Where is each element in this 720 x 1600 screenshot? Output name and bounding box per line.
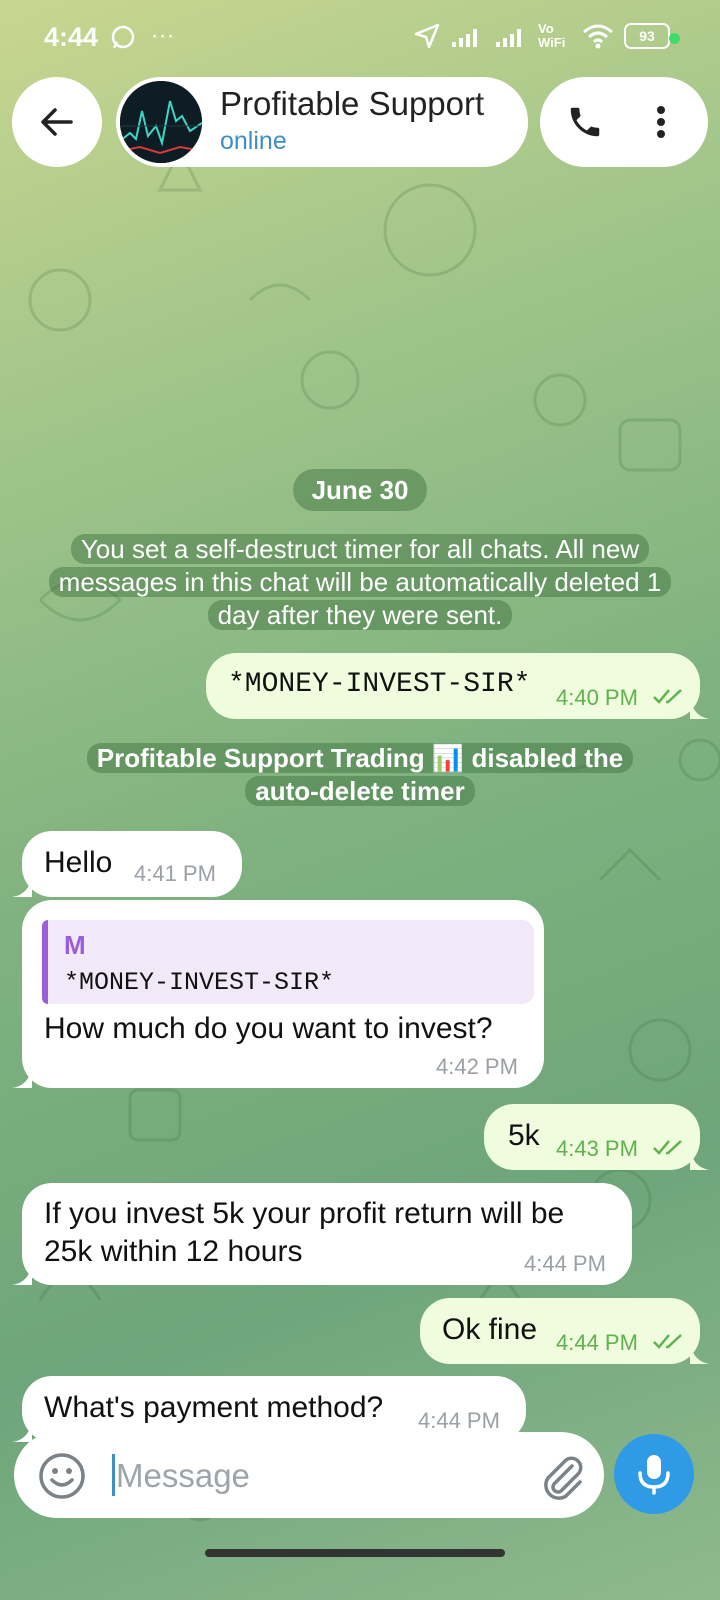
message-time: 4:43 PM [556, 1136, 638, 1161]
status-bar: 4:44 ··· Vo WiFi 93 [0, 0, 720, 76]
more-options-button[interactable] [636, 97, 686, 147]
service-message-timer-disabled: Profitable Support Trading 📊 disabled th… [85, 742, 635, 808]
chat-avatar[interactable] [120, 81, 202, 163]
status-time: 4:44 [44, 22, 99, 52]
message-composer [14, 1432, 604, 1518]
chat-name: Profitable Support [220, 85, 485, 122]
bubble-tail [690, 1344, 710, 1364]
reply-sender: M [64, 930, 86, 960]
bubble-tail [12, 1422, 32, 1442]
message-text: What's payment method? [44, 1391, 384, 1424]
message-bubble-outgoing[interactable]: *MONEY-INVEST-SIR* 4:40 PM [206, 653, 710, 719]
emoji-icon[interactable] [38, 1452, 86, 1500]
date-separator: June 30 [293, 469, 427, 511]
wifi-icon [583, 24, 613, 49]
privacy-indicator-dot [669, 33, 680, 44]
message-text-line-2: 25k within 12 hours [44, 1235, 303, 1268]
signal-icon-2 [496, 29, 521, 47]
message-time: 4:41 PM [134, 861, 216, 886]
call-button[interactable] [560, 97, 610, 147]
bubble-tail [12, 1068, 32, 1088]
service-text-timer-set: You set a self-destruct timer for all ch… [48, 534, 672, 630]
microphone-icon [638, 1455, 670, 1495]
battery-indicator: 93 [624, 23, 670, 49]
message-bubble-outgoing[interactable]: Ok fine 4:44 PM [420, 1298, 710, 1364]
whatsapp-icon [111, 25, 135, 49]
bubble-tail [12, 877, 32, 897]
message-bubble-outgoing[interactable]: 5k 4:43 PM [484, 1104, 710, 1170]
reply-text: *MONEY-INVEST-SIR* [64, 968, 335, 997]
status-right-icons: Vo WiFi 93 [414, 22, 670, 50]
message-bubble-incoming[interactable]: Hello 4:41 PM [12, 831, 242, 897]
double-check-icon [653, 689, 682, 704]
service-message-timer-set: You set a self-destruct timer for all ch… [30, 533, 690, 632]
title-fade [478, 77, 528, 167]
kebab-menu-icon [657, 106, 665, 138]
vowifi-label: Vo WiFi [538, 21, 566, 50]
notification-icons: ··· [110, 22, 175, 50]
signal-icon-1 [452, 29, 477, 47]
reply-quote[interactable]: M *MONEY-INVEST-SIR* [42, 920, 534, 1004]
message-time: 4:44 PM [556, 1330, 638, 1355]
bubble-tail [690, 1150, 710, 1170]
message-time: 4:44 PM [524, 1251, 606, 1276]
bubble-tail [12, 1265, 32, 1285]
message-text: *MONEY-INVEST-SIR* [228, 669, 531, 700]
message-time: 4:42 PM [436, 1054, 518, 1079]
gesture-nav-handle[interactable] [205, 1549, 505, 1557]
double-check-icon [653, 1334, 682, 1349]
message-input[interactable] [114, 1446, 518, 1506]
message-time: 4:44 PM [418, 1408, 500, 1433]
back-button[interactable] [12, 77, 102, 167]
message-text: Hello [44, 846, 113, 879]
location-icon [414, 23, 440, 49]
more-notifications-icon: ··· [150, 22, 175, 49]
message-text-line-1: If you invest 5k your profit return will… [44, 1197, 565, 1230]
header-actions [540, 77, 708, 167]
message-bubble-incoming-reply[interactable]: M *MONEY-INVEST-SIR* How much do you wan… [12, 900, 544, 1088]
paperclip-icon[interactable] [538, 1452, 586, 1500]
service-text-timer-disabled: Profitable Support Trading 📊 disabled th… [86, 743, 634, 806]
bubble-tail [690, 699, 710, 719]
message-text: Ok fine [442, 1313, 538, 1346]
message-bubble-incoming[interactable]: If you invest 5k your profit return will… [12, 1183, 632, 1285]
voice-record-button[interactable] [614, 1434, 694, 1514]
chat-title-bar[interactable]: Profitable Support online [116, 77, 528, 167]
message-time: 4:40 PM [556, 685, 638, 710]
double-check-icon [653, 1140, 682, 1155]
message-text: 5k [508, 1119, 540, 1152]
phone-icon [570, 107, 600, 137]
stock-chart-avatar-icon [120, 81, 202, 163]
back-arrow-icon [41, 108, 73, 136]
message-text: How much do you want to invest? [44, 1012, 493, 1045]
chat-status: online [220, 127, 287, 155]
